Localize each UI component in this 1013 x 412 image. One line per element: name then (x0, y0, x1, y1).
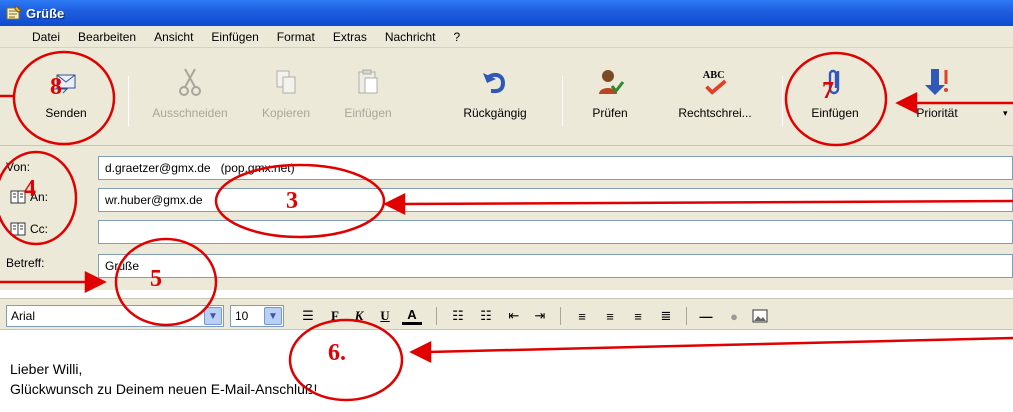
annotation-number: 5 (150, 266, 162, 292)
menu-bearbeiten[interactable]: Bearbeiten (78, 30, 136, 44)
cc-button[interactable]: Cc: (10, 222, 48, 236)
to-field[interactable]: wr.huber@gmx.de (98, 188, 1013, 212)
title-bar: Grüße (0, 0, 1013, 26)
address-book-icon (10, 222, 26, 236)
annotation-number: 4 (24, 176, 36, 202)
clipboard-icon (352, 66, 384, 98)
send-button[interactable]: Senden (36, 66, 96, 134)
insert-image-icon[interactable] (750, 307, 770, 325)
bullet-list-icon[interactable]: ☷ (476, 307, 496, 325)
body-line: Lieber Willi, (10, 361, 83, 377)
menu-bar: Datei Bearbeiten Ansicht Einfügen Format… (0, 26, 1013, 48)
annotation-number: 3 (286, 188, 298, 214)
underline-icon[interactable]: U (376, 307, 394, 325)
annotation-number: 8 (50, 74, 62, 100)
undo-button[interactable]: Rückgängig (460, 66, 530, 134)
priority-button[interactable]: Priorität (904, 66, 970, 134)
message-body[interactable]: Lieber Willi, Glückwunsch zu Deinem neue… (0, 331, 1013, 412)
window-title: Grüße (26, 5, 65, 21)
menu-extras[interactable]: Extras (333, 30, 367, 44)
paragraph-style-icon[interactable]: ☰ (298, 307, 318, 325)
from-label: Von: (6, 160, 31, 174)
main-toolbar: Senden Ausschneiden Kopieren Einfügen Rü… (0, 48, 1013, 146)
cut-button[interactable]: Ausschneiden (140, 66, 240, 134)
font-size-select[interactable]: 10 ▼ (230, 305, 284, 327)
align-right-icon[interactable]: ≡ (628, 307, 648, 325)
font-select[interactable]: Arial ▼ (6, 305, 224, 327)
horizontal-line-icon[interactable]: — (696, 307, 716, 325)
mail-icon (6, 5, 22, 20)
annotation-number: 7 (822, 78, 834, 104)
numbered-list-icon[interactable]: ☷ (448, 307, 468, 325)
attach-button[interactable]: Einfügen (802, 66, 868, 134)
copy-icon (270, 66, 302, 98)
align-center-icon[interactable]: ≡ (600, 307, 620, 325)
chevron-down-icon[interactable]: ▼ (204, 307, 222, 325)
scissors-icon (174, 66, 206, 98)
menu-ansicht[interactable]: Ansicht (154, 30, 193, 44)
menu-format[interactable]: Format (277, 30, 315, 44)
copy-button[interactable]: Kopieren (256, 66, 316, 134)
undo-icon (479, 66, 511, 98)
decrease-indent-icon[interactable]: ⇤ (504, 307, 524, 325)
from-field[interactable]: d.graetzer@gmx.de (pop.gmx.net) (98, 156, 1013, 180)
format-toolbar: Arial ▼ 10 ▼ ☰ F K U A ☷ ☷ ⇤ ⇥ ≡ ≡ ≡ ≣ —… (0, 298, 1013, 330)
spelling-button[interactable]: ABC Rechtschrei... (672, 66, 758, 134)
check-names-button[interactable]: Prüfen (580, 66, 640, 134)
svg-text:ABC: ABC (703, 70, 725, 81)
bold-icon[interactable]: F (326, 307, 344, 325)
increase-indent-icon[interactable]: ⇥ (530, 307, 550, 325)
font-color-icon[interactable]: A (402, 307, 422, 325)
chevron-down-icon[interactable]: ▼ (264, 307, 282, 325)
menu-help[interactable]: ? (454, 30, 461, 44)
spellcheck-icon: ABC (699, 66, 731, 98)
priority-icon (921, 66, 953, 98)
subject-field[interactable]: Grüße (98, 254, 1013, 278)
cc-field[interactable] (98, 220, 1013, 244)
italic-icon[interactable]: K (350, 307, 368, 325)
hyperlink-icon[interactable]: ● (724, 307, 744, 325)
menu-datei[interactable]: Datei (32, 30, 60, 44)
body-line: Glückwunsch zu Deinem neuen E-Mail-Ansch… (10, 381, 318, 397)
menu-einfuegen[interactable]: Einfügen (211, 30, 258, 44)
justify-icon[interactable]: ≣ (656, 307, 676, 325)
align-left-icon[interactable]: ≡ (572, 307, 592, 325)
paste-button[interactable]: Einfügen (338, 66, 398, 134)
menu-nachricht[interactable]: Nachricht (385, 30, 436, 44)
toolbar-overflow-icon[interactable]: ▾ (1003, 108, 1008, 119)
check-names-icon (594, 66, 626, 98)
annotation-number: 6. (328, 340, 346, 366)
subject-label: Betreff: (6, 256, 45, 270)
